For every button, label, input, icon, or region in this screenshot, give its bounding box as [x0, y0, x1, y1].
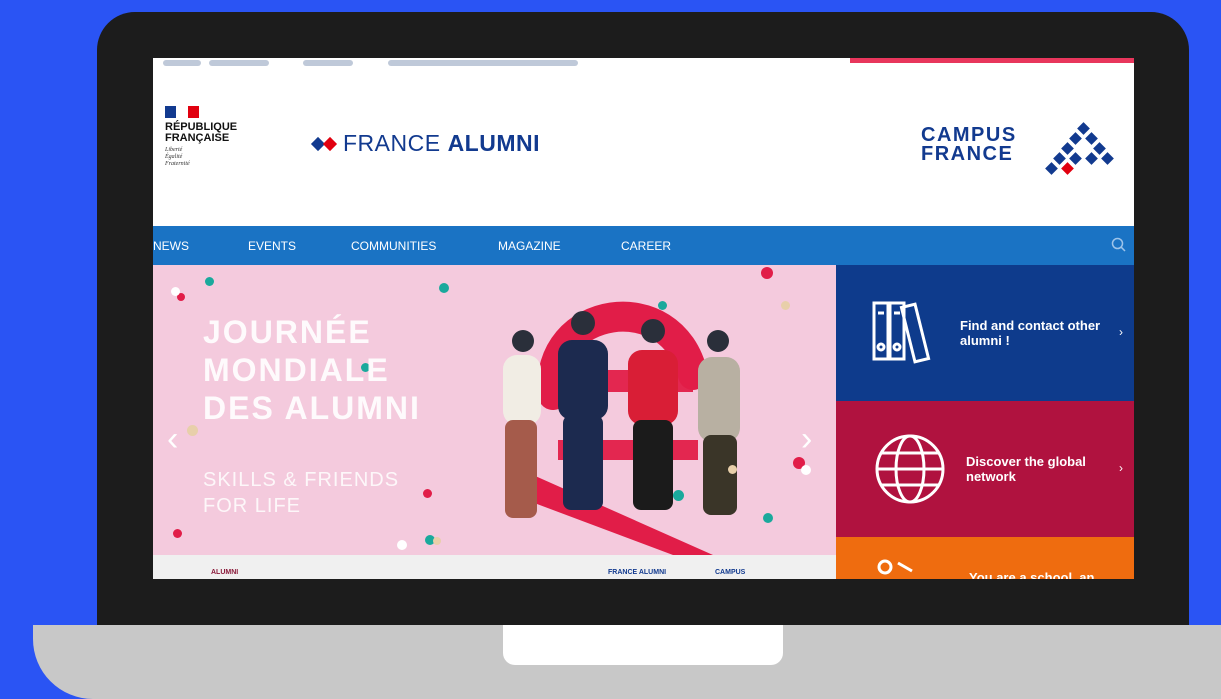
binders-icon [872, 301, 931, 364]
laptop-notch [503, 625, 783, 665]
nav-item-news[interactable]: NEWS [153, 239, 189, 253]
chevron-right-icon[interactable]: › [801, 420, 812, 459]
globe-icon [875, 434, 945, 504]
hero-banner[interactable]: JOURNÉE MONDIALE DES ALUMNI SKILLS & FRI… [153, 265, 836, 555]
tile-find-alumni[interactable]: Find and contact other alumni ! › [836, 265, 1134, 401]
tile-school-label: You are a school, an [969, 570, 1095, 579]
location-pin-icon [877, 559, 913, 575]
nav-item-events[interactable]: EVENTS [248, 239, 296, 253]
tile-school[interactable]: You are a school, an [836, 537, 1134, 579]
french-flag-icon [165, 106, 199, 118]
search-icon[interactable] [1110, 236, 1128, 254]
chevron-left-icon[interactable]: ‹ [167, 420, 178, 459]
france-alumni-logo[interactable]: FRANCE ALUMNI [310, 130, 540, 157]
strip-alumni-logo: ALUMNI [211, 569, 239, 576]
strip-campus-logo: CAMPUS [715, 569, 746, 576]
top-strip [153, 58, 1134, 68]
chevron-right-icon: › [1119, 461, 1123, 475]
france-alumni-word2: ALUMNI [447, 130, 540, 156]
nav-item-career[interactable]: CAREER [621, 239, 671, 253]
diamonds-icon [310, 136, 338, 151]
laptop-screen: RÉPUBLIQUE FRANÇAISE Liberté Égalité Fra… [153, 58, 1134, 579]
main-nav: NEWS EVENTS COMMUNITIES MAGAZINE CAREER [153, 226, 1134, 265]
france-alumni-word1: FRANCE [343, 130, 441, 156]
republique-francaise-logo[interactable]: RÉPUBLIQUE FRANÇAISE Liberté Égalité Fra… [165, 106, 265, 168]
hero-logo-strip: ALUMNI FRANCE ALUMNI CAMPUS [153, 555, 836, 579]
campus-france-logo[interactable]: CAMPUS FRANCE [921, 122, 1134, 192]
diamond-pattern-icon [1045, 122, 1114, 175]
tile-global-network[interactable]: Discover the global network › [836, 401, 1134, 537]
tile-global-network-label: Discover the global network [966, 454, 1086, 484]
republique-motto: Liberté Égalité Fraternité [165, 147, 190, 167]
republique-name: RÉPUBLIQUE FRANÇAISE [165, 121, 238, 144]
chevron-right-icon: › [1119, 325, 1123, 339]
tile-find-alumni-label: Find and contact other alumni ! [960, 318, 1101, 348]
nav-item-magazine[interactable]: MAGAZINE [498, 239, 561, 253]
site-header: RÉPUBLIQUE FRANÇAISE Liberté Égalité Fra… [153, 68, 1134, 226]
hero-subtitle: SKILLS & FRIENDS FOR LIFE [203, 469, 400, 517]
nav-item-communities[interactable]: COMMUNITIES [351, 239, 436, 253]
hero-title: JOURNÉE MONDIALE DES ALUMNI [203, 314, 421, 426]
strip-france-alumni-logo: FRANCE ALUMNI [608, 569, 667, 576]
campus-france-text: CAMPUS FRANCE [921, 124, 1017, 165]
